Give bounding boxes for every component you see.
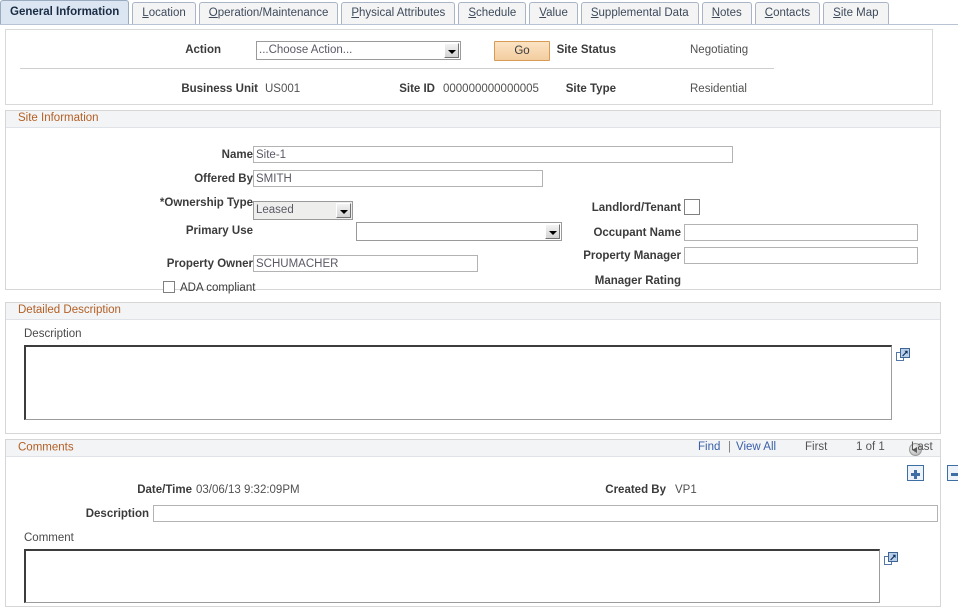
tab-label: ite Map: [840, 7, 879, 19]
tab-accel: O: [208, 7, 218, 19]
tab-label: ocation: [148, 7, 186, 19]
property-owner-input[interactable]: [253, 255, 478, 272]
tab-notes[interactable]: Notes: [701, 2, 752, 24]
tab-supplemental-data[interactable]: Supplemental Data: [580, 2, 699, 24]
name-label: Name: [221, 149, 253, 161]
occupant-name-label: Occupant Name: [593, 227, 681, 239]
ownership-type-select[interactable]: Leased: [253, 201, 353, 220]
comment-description-label: Description: [85, 508, 149, 520]
tab-label: upplemental Data: [598, 7, 689, 19]
tab-general-information[interactable]: General Information: [0, 0, 130, 24]
occupant-name-input[interactable]: [684, 224, 918, 241]
add-row-icon[interactable]: [907, 465, 924, 481]
tab-accel: S: [468, 7, 476, 19]
tab-label: General Information: [10, 6, 120, 18]
find-link[interactable]: Find: [698, 441, 720, 453]
tab-operation-maintenance[interactable]: Operation/Maintenance: [198, 2, 339, 24]
tab-site-map[interactable]: Site Map: [823, 2, 889, 24]
site-id-value: 000000000000005: [443, 83, 539, 95]
comments-body: Date/Time 03/06/13 9:32:09PM Created By …: [6, 457, 958, 606]
created-by-label: Created By: [605, 484, 666, 496]
view-all-link[interactable]: View All: [736, 441, 776, 453]
site-id-label: Site ID: [399, 83, 435, 95]
tab-label: ontacts: [773, 7, 811, 19]
tab-contacts[interactable]: Contacts: [754, 2, 821, 24]
site-type-label: Site Type: [565, 83, 616, 95]
tab-accel: S: [590, 7, 599, 19]
tab-value[interactable]: Value: [529, 2, 578, 24]
manager-rating-label: Manager Rating: [594, 275, 681, 287]
site-information-title: Site Information: [6, 111, 940, 128]
site-status-value: Negotiating: [690, 44, 749, 56]
last-link[interactable]: Last: [911, 441, 933, 453]
go-button[interactable]: Go: [494, 41, 550, 61]
page-content: Action ...Choose Action... Go Site Statu…: [0, 25, 958, 608]
site-header-panel: Action ...Choose Action... Go Site Statu…: [5, 29, 933, 105]
tab-accel: N: [711, 7, 720, 19]
primary-use-label: Primary Use: [185, 225, 253, 237]
checkbox-box: [163, 281, 175, 294]
detailed-description-group: Detailed Description Description: [5, 302, 941, 434]
tab-schedule[interactable]: Schedule: [458, 2, 527, 24]
detailed-description-title: Detailed Description: [6, 303, 940, 320]
action-row: Action ...Choose Action... Go Site Statu…: [6, 30, 932, 67]
tab-label: otes: [720, 7, 742, 19]
site-information-group: Site Information Name Offered By *Owners…: [5, 110, 941, 294]
comment-label: Comment: [24, 532, 74, 544]
site-type-value: Residential: [690, 83, 747, 95]
tab-label: hysical Attributes: [359, 7, 446, 19]
tab-label: peration/Maintenance: [217, 7, 329, 19]
business-unit-label: Business Unit: [181, 83, 258, 95]
chevron-down-icon: [444, 43, 459, 58]
ownership-type-value: Leased: [256, 204, 294, 216]
comments-title: Comments: [18, 441, 74, 454]
link-separator: |: [728, 441, 731, 453]
tab-accel: S: [833, 7, 841, 19]
property-manager-label: Property Manager: [583, 250, 681, 262]
expand-popup-icon[interactable]: [896, 347, 911, 366]
business-unit-value: US001: [265, 83, 301, 95]
delete-row-icon[interactable]: [947, 465, 958, 481]
ada-compliant-checkbox[interactable]: [163, 281, 175, 294]
tab-physical-attributes[interactable]: Physical Attributes: [341, 2, 456, 24]
offered-by-input[interactable]: [253, 170, 543, 187]
landlord-tenant-checkbox[interactable]: [684, 199, 700, 215]
action-select-value: ...Choose Action...: [259, 44, 353, 56]
property-manager-input[interactable]: [684, 247, 918, 264]
site-status-label: Site Status: [556, 44, 616, 56]
property-owner-label: Property Owner: [166, 258, 253, 270]
date-time-label: Date/Time: [137, 484, 192, 496]
checkbox-box: [684, 199, 700, 215]
comment-description-input[interactable]: [153, 505, 938, 522]
chevron-down-icon: [336, 203, 351, 218]
identity-row: Business Unit US001 Site ID 000000000000…: [6, 67, 932, 104]
detailed-description-body: Description: [6, 320, 940, 433]
description-label: Description: [24, 328, 82, 340]
tab-accel: C: [764, 7, 774, 19]
comment-textarea[interactable]: [24, 549, 880, 603]
tab-location[interactable]: Location: [132, 2, 196, 24]
tab-accel: P: [351, 7, 360, 19]
landlord-tenant-label: Landlord/Tenant: [591, 202, 681, 214]
description-textarea[interactable]: [24, 345, 892, 420]
first-link[interactable]: First: [805, 441, 827, 453]
tab-label: chedule: [475, 7, 517, 19]
row-counter: 1 of 1: [856, 441, 885, 453]
tab-bar: General Information Location Operation/M…: [0, 0, 958, 25]
expand-popup-icon[interactable]: [884, 551, 899, 570]
name-input[interactable]: [253, 146, 733, 163]
offered-by-label: Offered By: [194, 173, 253, 185]
site-information-body: Name Offered By *Ownership Type Leased P…: [6, 128, 940, 294]
date-time-value: 03/06/13 9:32:09PM: [196, 484, 300, 496]
ownership-type-label: *Ownership Type: [159, 197, 253, 209]
action-select[interactable]: ...Choose Action...: [256, 41, 461, 60]
ada-compliant-label: ADA compliant: [180, 282, 256, 294]
created-by-value: VP1: [675, 484, 697, 496]
comments-group: Comments Find | View All First 1 of 1 La…: [5, 439, 958, 607]
action-label: Action: [185, 44, 221, 56]
tab-label: alue: [546, 7, 568, 19]
comments-header: Comments Find | View All First 1 of 1 La…: [6, 440, 940, 457]
